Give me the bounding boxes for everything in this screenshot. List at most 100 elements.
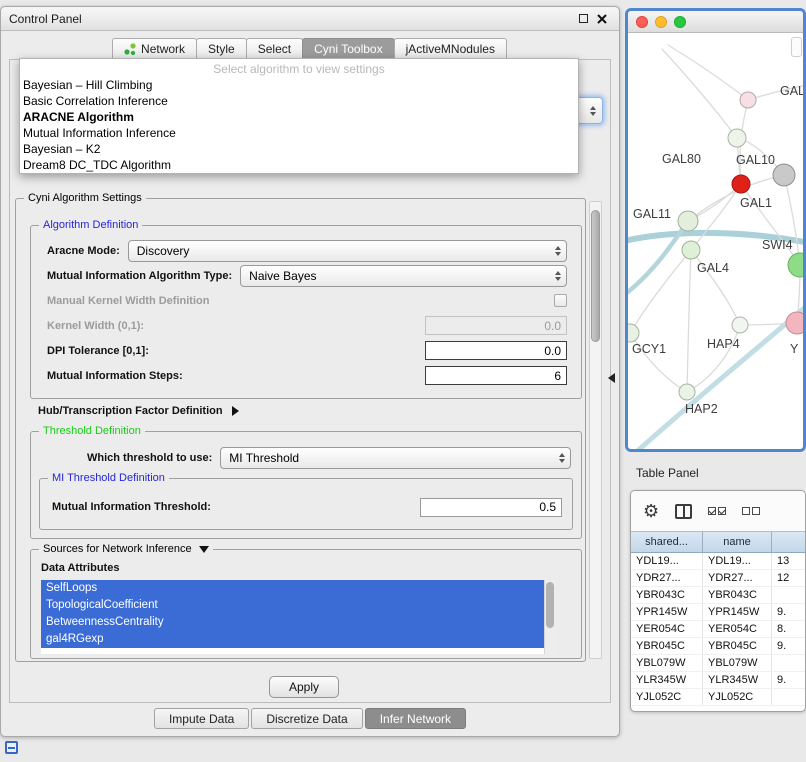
close-traffic-light[interactable] bbox=[636, 16, 648, 28]
algorithm-option-bayesian-k2[interactable]: Bayesian – K2 bbox=[20, 141, 578, 157]
attributes-list-scrollbar[interactable] bbox=[544, 580, 555, 654]
table-row[interactable]: YPR145WYPR145W9. bbox=[631, 604, 805, 621]
float-window-icon[interactable] bbox=[579, 14, 588, 23]
algorithm-option-dream8-dc-tdc-algorithm[interactable]: Dream8 DC_TDC Algorithm bbox=[20, 157, 578, 173]
sources-title: Sources for Network Inference bbox=[43, 542, 192, 557]
bottom-tab-impute-data[interactable]: Impute Data bbox=[154, 708, 249, 729]
network-node[interactable] bbox=[773, 164, 795, 186]
tab-label: Cyni Toolbox bbox=[314, 42, 382, 56]
network-edge[interactable] bbox=[628, 221, 688, 295]
table-cell: 9. bbox=[772, 672, 805, 688]
table-row[interactable]: YBR045CYBR045C9. bbox=[631, 638, 805, 655]
network-scrollbar[interactable] bbox=[791, 37, 802, 57]
network-node[interactable] bbox=[740, 92, 756, 108]
mi-steps-field[interactable]: 6 bbox=[425, 366, 567, 385]
mi-threshold-group: MI Threshold Definition Mutual Informati… bbox=[39, 478, 573, 530]
mi-type-label: Mutual Information Algorithm Type: bbox=[47, 270, 232, 282]
table-row[interactable]: YDR27...YDR27...12 bbox=[631, 570, 805, 587]
threshold-definition-group: Threshold Definition Which threshold to … bbox=[30, 431, 582, 539]
network-node[interactable] bbox=[728, 129, 746, 147]
apply-button[interactable]: Apply bbox=[269, 676, 339, 698]
network-node[interactable] bbox=[678, 211, 698, 231]
taskbar-icon[interactable] bbox=[5, 741, 18, 754]
panel-collapse-handle[interactable] bbox=[608, 373, 615, 383]
table-row[interactable]: YER054CYER054C8. bbox=[631, 621, 805, 638]
sources-toggle[interactable]: Sources for Network Inference bbox=[39, 542, 213, 557]
hub-definition-toggle[interactable]: Hub/Transcription Factor Definition bbox=[38, 405, 239, 417]
bottom-tab-discretize-data[interactable]: Discretize Data bbox=[251, 708, 362, 729]
table-row[interactable]: YBL079WYBL079W bbox=[631, 655, 805, 672]
mi-threshold-field[interactable]: 0.5 bbox=[420, 498, 562, 517]
table-row[interactable]: YBR043CYBR043C bbox=[631, 587, 805, 604]
unchecked-boxes-icon[interactable] bbox=[742, 507, 760, 515]
table-cell: 9. bbox=[772, 604, 805, 620]
network-node[interactable] bbox=[682, 241, 700, 259]
kernel-width-label: Kernel Width (0,1): bbox=[47, 320, 144, 332]
column-header-0[interactable]: shared... bbox=[631, 532, 703, 552]
data-attributes-list[interactable]: SelfLoopsTopologicalCoefficientBetweenne… bbox=[41, 580, 555, 654]
table-cell: YDR27... bbox=[631, 570, 703, 586]
network-node[interactable] bbox=[732, 175, 750, 193]
scrollbar-thumb[interactable] bbox=[546, 582, 554, 628]
table-cell: YDL19... bbox=[631, 553, 703, 569]
combo-arrows-icon bbox=[549, 271, 561, 281]
attribute-item-betweennesscentrality[interactable]: BetweennessCentrality bbox=[41, 614, 544, 631]
algorithm-option-bayesian-hill-climbing[interactable]: Bayesian – Hill Climbing bbox=[20, 77, 578, 93]
node-label-gal1: GAL1 bbox=[740, 196, 772, 210]
column-header-2[interactable] bbox=[772, 532, 805, 552]
gear-icon[interactable]: ⚙ bbox=[643, 502, 659, 520]
scrollbar-thumb[interactable] bbox=[591, 210, 600, 342]
table-row[interactable]: YJL052CYJL052C bbox=[631, 689, 805, 706]
which-threshold-select[interactable]: MI Threshold bbox=[220, 447, 571, 469]
aracne-mode-select[interactable]: Discovery bbox=[128, 240, 567, 262]
table-panel-title: Table Panel bbox=[636, 466, 699, 480]
mi-type-value: Naive Bayes bbox=[249, 269, 316, 283]
tab-bar: NetworkStyleSelect Cyni Toolbox jActiveMNo… bbox=[1, 38, 619, 59]
algorithm-list: Bayesian – Hill ClimbingBasic Correlatio… bbox=[20, 77, 578, 173]
which-threshold-value: MI Threshold bbox=[229, 451, 299, 465]
table-row[interactable]: YLR345WYLR345W9. bbox=[631, 672, 805, 689]
column-header-1[interactable]: name bbox=[703, 532, 772, 552]
checked-boxes-icon[interactable] bbox=[708, 507, 726, 515]
algorithm-definition-group: Algorithm Definition Aracne Mode: Discov… bbox=[30, 225, 582, 399]
network-node[interactable] bbox=[628, 324, 639, 342]
kernel-width-field[interactable]: 0.0 bbox=[425, 316, 567, 335]
table-toolbar: ⚙ bbox=[631, 491, 805, 531]
tab-jactivemnodules[interactable]: jActiveMNodules bbox=[394, 38, 507, 59]
close-icon[interactable] bbox=[597, 14, 607, 24]
zoom-traffic-light[interactable] bbox=[674, 16, 686, 28]
network-edge[interactable] bbox=[687, 250, 691, 392]
table-row[interactable]: YDL19...YDL19...13 bbox=[631, 553, 805, 570]
column-layout-icon[interactable] bbox=[675, 504, 692, 519]
network-window-titlebar[interactable] bbox=[628, 11, 803, 33]
tab-select[interactable]: Select bbox=[246, 38, 303, 59]
network-edge[interactable] bbox=[668, 45, 748, 100]
tab-network[interactable]: Network bbox=[112, 38, 197, 59]
algorithm-option-mutual-information-inference[interactable]: Mutual Information Inference bbox=[20, 125, 578, 141]
table-cell: YBR045C bbox=[703, 638, 772, 654]
table-cell: 13 bbox=[772, 553, 805, 569]
settings-scrollbar[interactable] bbox=[589, 201, 602, 659]
algorithm-option-aracne-algorithm[interactable]: ARACNE Algorithm bbox=[20, 109, 578, 125]
mi-type-select[interactable]: Naive Bayes bbox=[240, 265, 567, 287]
dpi-tolerance-field[interactable]: 0.0 bbox=[425, 341, 567, 360]
manual-kernel-label: Manual Kernel Width Definition bbox=[47, 295, 209, 307]
network-edge[interactable] bbox=[662, 49, 737, 138]
network-node[interactable] bbox=[788, 253, 803, 277]
attribute-item-topologicalcoefficient[interactable]: TopologicalCoefficient bbox=[41, 597, 544, 614]
attribute-item-selfloops[interactable]: SelfLoops bbox=[41, 580, 544, 597]
sources-group: Sources for Network Inference Data Attri… bbox=[30, 549, 582, 659]
network-edge[interactable] bbox=[628, 303, 803, 449]
tab-style[interactable]: Style bbox=[196, 38, 247, 59]
algorithm-option-basic-correlation-inference[interactable]: Basic Correlation Inference bbox=[20, 93, 578, 109]
control-panel-titlebar[interactable]: Control Panel bbox=[1, 7, 619, 31]
manual-kernel-checkbox[interactable] bbox=[554, 294, 567, 307]
network-node[interactable] bbox=[679, 384, 695, 400]
network-node[interactable] bbox=[732, 317, 748, 333]
network-canvas[interactable]: GALGAL80GAL10GAL11GAL1SWI4GAL4GCY1HAP4YH… bbox=[628, 33, 803, 449]
tab-cyni-toolbox[interactable]: Cyni Toolbox bbox=[302, 38, 394, 59]
minimize-traffic-light[interactable] bbox=[655, 16, 667, 28]
network-node[interactable] bbox=[786, 312, 803, 334]
attribute-item-gal4rgexp[interactable]: gal4RGexp bbox=[41, 631, 544, 648]
bottom-tab-infer-network[interactable]: Infer Network bbox=[365, 708, 466, 729]
